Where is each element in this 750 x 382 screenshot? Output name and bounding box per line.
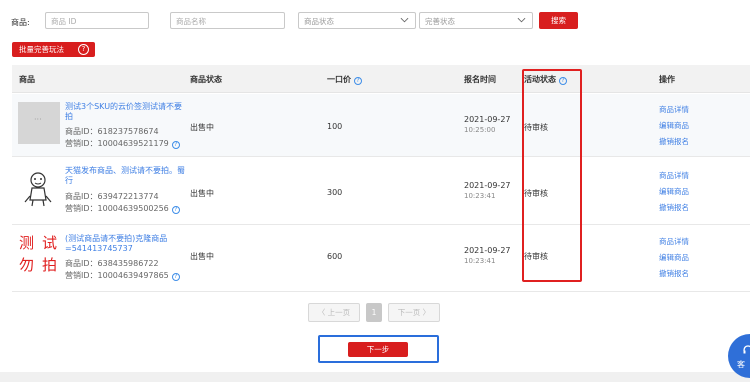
edit-product-link[interactable]: 编辑商品 [659, 250, 689, 266]
row-actions: 商品详情 编辑商品 撤销报名 [659, 168, 689, 216]
help-icon[interactable]: ? [171, 206, 180, 214]
product-title-link[interactable]: 测试3个SKU的云价签测试请不要拍 [65, 102, 185, 122]
help-icon[interactable]: ? [354, 77, 362, 85]
header-signup-time: 报名时间 [464, 75, 496, 84]
chevron-down-icon [517, 17, 526, 23]
next-step-highlight: 下一步 [318, 335, 439, 363]
price-text: 300 [327, 188, 343, 197]
product-name-input[interactable]: 商品名称 [170, 12, 285, 29]
headset-icon [743, 345, 750, 354]
prev-page-button[interactable]: 〈 上一页 [308, 303, 360, 322]
table-row: ··· 测试3个SKU的云价签测试请不要拍 商品ID：618237578674 … [12, 94, 750, 157]
completion-status-select[interactable]: 完善状态 [419, 12, 533, 29]
pagination: 〈 上一页 1 下一页 〉 [308, 303, 442, 322]
cancel-signup-link[interactable]: 撤销报名 [659, 200, 689, 216]
product-status-select[interactable]: 商品状态 [298, 12, 416, 29]
product-thumbnail: 测 试 勿 拍 [19, 234, 58, 274]
chevron-down-icon [400, 17, 409, 23]
cancel-signup-link[interactable]: 撤销报名 [659, 134, 689, 150]
product-id-text: 商品ID：638435986722 [65, 259, 159, 268]
signup-time: 2021-09-27 10:23:41 [464, 246, 511, 265]
marketing-id-text: 营销ID：10004639521179? [65, 138, 180, 149]
edit-product-link[interactable]: 编辑商品 [659, 184, 689, 200]
activity-status-highlight [522, 69, 582, 282]
product-thumbnail: ··· [18, 102, 60, 144]
product-title-link[interactable]: (测试商品请不要拍)克隆商品=541413745737 [65, 234, 185, 254]
search-button[interactable]: 搜索 [539, 12, 578, 29]
marketing-id-text: 营销ID：10004639497865? [65, 270, 180, 281]
batch-complete-button[interactable]: 批量完善玩法 ? [12, 42, 95, 57]
product-id-text: 商品ID：639472213774 [65, 192, 159, 201]
product-id-text: 商品ID：618237578674 [65, 127, 159, 136]
table-row: 测 试 勿 拍 (测试商品请不要拍)克隆商品=541413745737 商品ID… [12, 226, 750, 292]
filter-bar: 商品: 商品 ID 商品名称 商品状态 完善状态 搜索 [8, 11, 748, 29]
footer-bar [0, 372, 750, 382]
header-price: 一口价? [327, 74, 362, 85]
product-table: 商品 商品状态 一口价? 报名时间 活动状态? 操作 ··· 测试3个SKU的云… [12, 65, 750, 292]
signup-time: 2021-09-27 10:23:41 [464, 181, 511, 200]
price-text: 600 [327, 252, 343, 261]
product-title-link[interactable]: 天猫发布商品、测试请不要拍。蜀行 [65, 166, 185, 186]
status-text: 出售中 [190, 252, 214, 261]
product-thumbnail [24, 172, 52, 207]
help-icon[interactable]: ? [171, 273, 180, 281]
product-detail-link[interactable]: 商品详情 [659, 168, 689, 184]
next-page-button[interactable]: 下一页 〉 [388, 303, 440, 322]
status-text: 出售中 [190, 189, 214, 198]
price-text: 100 [327, 122, 343, 131]
marketing-id-text: 营销ID：10004639500256? [65, 203, 180, 214]
row-actions: 商品详情 编辑商品 撤销报名 [659, 234, 689, 282]
page-number-current[interactable]: 1 [366, 303, 382, 322]
table-row: 天猫发布商品、测试请不要拍。蜀行 商品ID：639472213774 营销ID：… [12, 158, 750, 225]
header-product: 商品 [19, 75, 35, 84]
header-status: 商品状态 [190, 75, 222, 84]
product-detail-link[interactable]: 商品详情 [659, 234, 689, 250]
product-id-input[interactable]: 商品 ID [45, 12, 149, 29]
cancel-signup-link[interactable]: 撤销报名 [659, 266, 689, 282]
help-icon: ? [78, 44, 89, 55]
filter-label: 商品: [11, 18, 30, 27]
table-header: 商品 商品状态 一口价? 报名时间 活动状态? 操作 [12, 65, 750, 93]
help-icon[interactable]: ? [171, 141, 180, 149]
product-detail-link[interactable]: 商品详情 [659, 102, 689, 118]
status-text: 出售中 [190, 123, 214, 132]
signup-time: 2021-09-27 10:25:00 [464, 115, 511, 134]
row-actions: 商品详情 编辑商品 撤销报名 [659, 102, 689, 150]
edit-product-link[interactable]: 编辑商品 [659, 118, 689, 134]
header-actions: 操作 [659, 75, 675, 84]
next-step-button[interactable]: 下一步 [348, 342, 408, 357]
